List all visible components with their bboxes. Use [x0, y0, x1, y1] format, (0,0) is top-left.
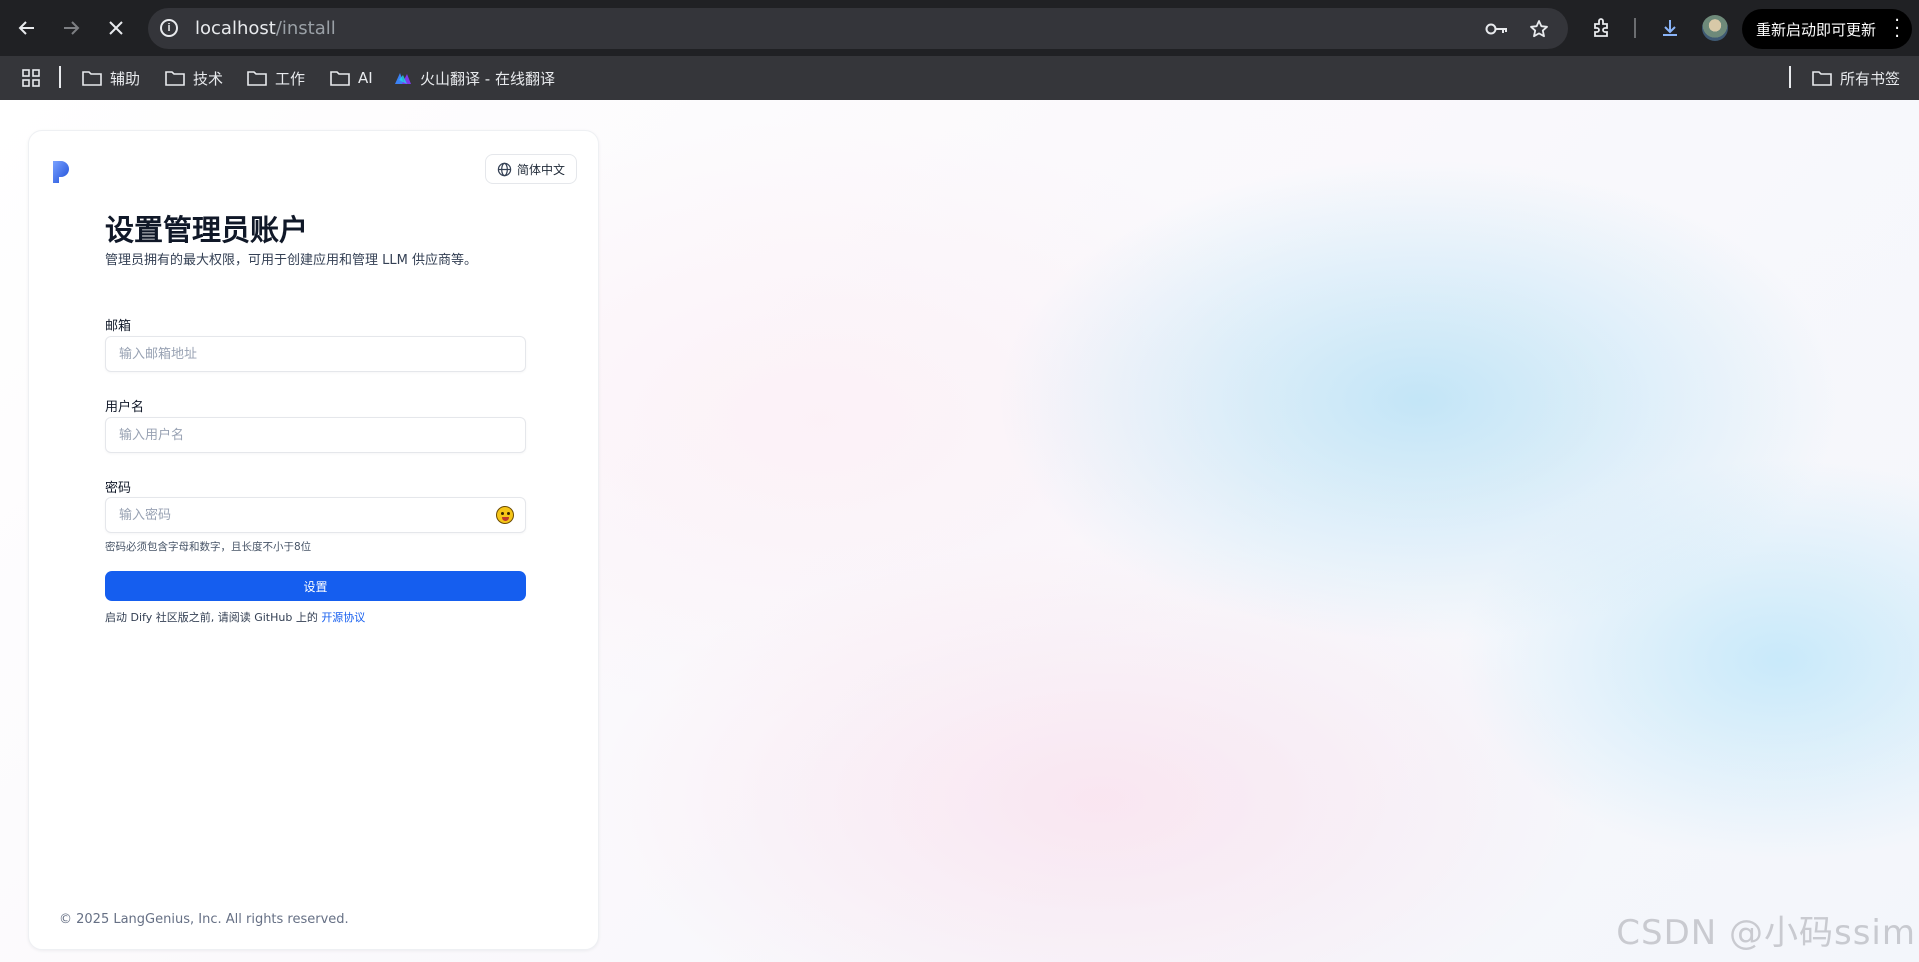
setup-submit-button[interactable]: 设置 — [105, 571, 526, 601]
username-field[interactable] — [105, 417, 526, 453]
bookmarks-divider — [59, 66, 61, 88]
page-subtitle: 管理员拥有的最大权限，可用于创建应用和管理 LLM 供应商等。 — [105, 253, 477, 268]
copyright-footer: © 2025 LangGenius, Inc. All rights reser… — [59, 912, 349, 927]
bookmark-folder-ai[interactable]: AI — [330, 66, 373, 90]
site-info-icon[interactable]: i — [160, 19, 178, 37]
apps-grid-button[interactable] — [22, 66, 48, 90]
bookmark-folder-gongzuo[interactable]: 工作 — [247, 66, 305, 90]
stop-loading-button[interactable] — [99, 11, 133, 45]
bookmark-label: 辅助 — [110, 69, 141, 88]
download-icon[interactable] — [1656, 14, 1684, 42]
password-key-icon[interactable] — [1484, 16, 1510, 42]
license-notice: 启动 Dify 社区版之前, 请阅读 GitHub 上的 开源协议 — [105, 609, 365, 625]
bookmarks-divider — [1789, 66, 1791, 88]
license-notice-text: 启动 Dify 社区版之前, 请阅读 GitHub 上的 — [105, 611, 322, 624]
folder-icon — [330, 71, 350, 86]
profile-avatar[interactable] — [1702, 15, 1728, 41]
csdn-watermark: CSDN @小码ssim — [1616, 913, 1916, 953]
bookmark-star-icon[interactable] — [1526, 16, 1552, 42]
forward-button[interactable] — [54, 11, 88, 45]
bookmark-huoshan-translate[interactable]: 火山翻译 - 在线翻译 — [394, 66, 555, 90]
address-bar[interactable]: i localhost/install — [148, 8, 1568, 49]
folder-icon — [1812, 71, 1832, 86]
bookmark-label: 技术 — [193, 69, 224, 88]
url-host: localhost — [195, 18, 276, 39]
bookmark-label: AI — [358, 69, 373, 87]
bookmark-folder-jishu[interactable]: 技术 — [165, 66, 223, 90]
toolbar-divider — [1634, 18, 1636, 38]
all-bookmarks-label: 所有书签 — [1840, 69, 1901, 88]
email-label: 邮箱 — [105, 319, 132, 334]
url-text[interactable]: localhost/install — [195, 18, 336, 39]
open-source-license-link[interactable]: 开源协议 — [321, 611, 365, 624]
password-label: 密码 — [105, 481, 132, 496]
forward-arrow-icon — [64, 21, 80, 35]
dify-logo-icon — [53, 161, 69, 183]
more-menu-icon[interactable]: · · · — [1894, 12, 1900, 46]
extensions-icon[interactable] — [1588, 14, 1616, 42]
folder-icon — [247, 71, 267, 86]
password-field[interactable] — [105, 497, 526, 533]
bookmark-label: 工作 — [275, 69, 306, 88]
language-label: 简体中文 — [516, 162, 565, 177]
email-field[interactable] — [105, 336, 526, 372]
bookmark-folder-fuzhu[interactable]: 辅助 — [82, 66, 140, 90]
show-password-toggle-icon[interactable] — [496, 506, 514, 524]
url-path: /install — [275, 18, 336, 39]
page-background: 简体中文 设置管理员账户 管理员拥有的最大权限，可用于创建应用和管理 LLM 供… — [0, 100, 1919, 962]
volcano-translate-icon — [395, 73, 411, 84]
language-switch-button[interactable]: 简体中文 — [485, 154, 577, 184]
username-label: 用户名 — [105, 400, 145, 415]
folder-icon — [82, 71, 102, 86]
globe-icon — [497, 162, 512, 176]
password-hint: 密码必须包含字母和数字，且长度不小于8位 — [105, 541, 312, 553]
restart-label: 重新启动即可更新 — [1756, 20, 1877, 39]
close-icon — [109, 21, 123, 35]
page-title: 设置管理员账户 — [105, 213, 309, 247]
all-bookmarks-button[interactable]: 所有书签 — [1812, 66, 1900, 90]
admin-setup-form: 设置管理员账户 管理员拥有的最大权限，可用于创建应用和管理 LLM 供应商等。 … — [105, 211, 526, 624]
back-arrow-icon — [18, 21, 34, 35]
back-button[interactable] — [10, 11, 44, 45]
install-card: 简体中文 设置管理员账户 管理员拥有的最大权限，可用于创建应用和管理 LLM 供… — [28, 130, 599, 950]
restart-to-update-button[interactable]: 重新启动即可更新 · · · — [1742, 9, 1912, 49]
folder-icon — [165, 71, 185, 86]
browser-toolbar: i localhost/install 重新启动即可更新 · · · — [0, 0, 1919, 56]
apps-grid-icon — [22, 69, 40, 87]
bookmark-label: 火山翻译 - 在线翻译 — [420, 69, 555, 88]
